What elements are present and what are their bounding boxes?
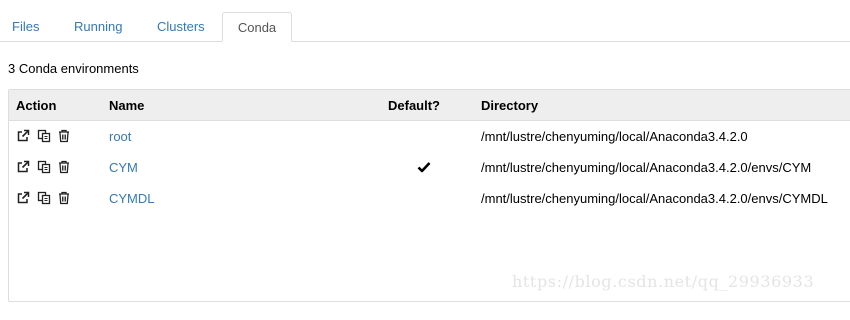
external-link-icon[interactable] (16, 191, 30, 205)
tab-bar: Files Running Clusters Conda (0, 0, 850, 42)
table-row: CYMDL /mnt/lustre/chenyuming/local/Anaco… (9, 183, 850, 214)
trash-icon[interactable] (57, 191, 71, 205)
copy-icon[interactable] (37, 191, 51, 205)
default-check-icon (417, 160, 431, 174)
watermark: https://blog.csdn.net/qq_29936933 (512, 272, 815, 291)
env-name-link[interactable]: CYM (109, 160, 138, 175)
tab-clusters[interactable]: Clusters (157, 12, 205, 42)
copy-icon[interactable] (37, 160, 51, 174)
copy-icon[interactable] (37, 129, 51, 143)
tab-bar-divider (0, 41, 850, 42)
trash-icon[interactable] (57, 160, 71, 174)
column-header-action: Action (16, 98, 57, 113)
table-row: CYM /mnt/lustre/chenyuming/local/Anacond… (9, 152, 850, 183)
column-header-default: Default? (388, 98, 440, 113)
environments-table: Action Name Default? Directory root /mnt… (8, 89, 850, 302)
external-link-icon[interactable] (16, 129, 30, 143)
tab-files[interactable]: Files (12, 12, 39, 42)
external-link-icon[interactable] (16, 160, 30, 174)
column-header-directory: Directory (481, 98, 539, 113)
trash-icon[interactable] (57, 129, 71, 143)
column-header-name: Name (109, 98, 145, 113)
env-directory: /mnt/lustre/chenyuming/local/Anaconda3.4… (481, 191, 828, 206)
tab-running[interactable]: Running (74, 12, 122, 42)
env-directory: /mnt/lustre/chenyuming/local/Anaconda3.4… (481, 160, 812, 175)
tab-conda[interactable]: Conda (222, 12, 292, 42)
env-directory: /mnt/lustre/chenyuming/local/Anaconda3.4… (481, 129, 748, 144)
table-header: Action Name Default? Directory (9, 90, 850, 121)
table-row: root /mnt/lustre/chenyuming/local/Anacon… (9, 121, 850, 152)
environment-count: 3 Conda environments (8, 61, 139, 76)
env-name-link[interactable]: root (109, 129, 131, 144)
env-name-link[interactable]: CYMDL (109, 191, 155, 206)
